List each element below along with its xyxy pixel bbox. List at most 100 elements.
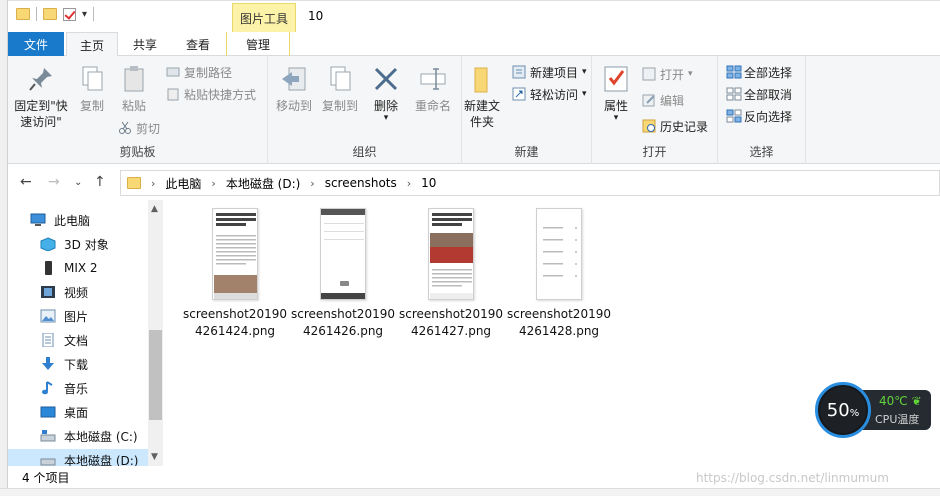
delete-button[interactable]: 删除 ▾ (368, 64, 404, 123)
sidebar-item-drive-c[interactable]: 本地磁盘 (C:) (40, 425, 138, 447)
music-icon (40, 381, 56, 395)
copy-to-icon (325, 64, 355, 94)
file-item[interactable]: screenshot201904261427.png (399, 208, 503, 340)
rename-icon (418, 64, 448, 94)
new-folder-icon[interactable] (43, 8, 57, 20)
up-arrow-icon[interactable]: ↑ (94, 174, 106, 190)
breadcrumb-10[interactable]: 10 (421, 176, 436, 190)
quick-access-toolbar: ▾ (16, 7, 95, 21)
sidebar-item-this-pc[interactable]: 此电脑 (30, 209, 90, 231)
properties-check-icon[interactable] (63, 7, 76, 21)
sidebar-item-drive-d[interactable]: 本地磁盘 (D:) (8, 449, 148, 466)
nav-pane-scrollbar[interactable]: ▲ ▼ (148, 200, 163, 466)
sidebar-item-label: 本地磁盘 (D:) (64, 453, 139, 467)
group-label-organize: 组织 (352, 145, 377, 159)
file-name: screenshot201904261426.png (291, 307, 395, 338)
file-item[interactable]: screenshot201904261426.png (291, 208, 395, 340)
new-item-button[interactable]: 新建项目 ▾ (512, 62, 587, 82)
new-folder-button[interactable]: 新建文件夹 (462, 64, 502, 130)
properties-button[interactable]: 属性 ▾ (600, 64, 632, 123)
chevron-right-icon[interactable]: › (407, 177, 411, 190)
open-button[interactable]: 打开 ▾ (642, 64, 693, 84)
tab-file[interactable]: 文件 (8, 32, 64, 56)
copy-label: 复制 (79, 99, 104, 113)
picture-tools-header: 图片工具 (232, 3, 296, 33)
group-label-clipboard: 剪贴板 (119, 145, 156, 159)
pin-quick-access-button[interactable]: 固定到"快速访问" (14, 64, 68, 130)
sidebar-item-label: 本地磁盘 (C:) (64, 429, 138, 444)
paste-label: 粘贴 (121, 99, 146, 113)
back-arrow-icon[interactable]: ← (20, 174, 32, 190)
breadcrumb-screenshots[interactable]: screenshots (325, 176, 397, 190)
delete-dropdown-icon[interactable]: ▾ (384, 114, 389, 123)
delete-x-icon (371, 64, 401, 94)
tab-home[interactable]: 主页 (66, 32, 118, 57)
qat-dropdown-icon[interactable]: ▾ (82, 9, 87, 20)
chevron-right-icon[interactable]: › (310, 177, 314, 190)
sidebar-item-downloads[interactable]: 下载 (40, 353, 88, 375)
cpu-temperature-widget[interactable]: 50% 40℃ ❦ CPU温度 (813, 382, 931, 438)
move-to-button[interactable]: 移动到 (274, 64, 314, 114)
cut-button[interactable]: 剪切 (118, 118, 160, 138)
ribbon: 固定到"快速访问" 复制 粘贴 复制路径 粘贴快捷方式 剪切 剪贴板 移动到 复… (8, 56, 940, 164)
file-item[interactable]: screenshot201904261428.png (507, 208, 611, 340)
paste-shortcut-label: 粘贴快捷方式 (184, 87, 257, 102)
sidebar-item-documents[interactable]: 文档 (40, 329, 88, 351)
scrollbar-thumb[interactable] (149, 330, 162, 420)
tab-share[interactable]: 共享 (120, 32, 170, 56)
sidebar-item-pictures[interactable]: 图片 (40, 305, 88, 327)
recent-locations-chevron-icon[interactable]: ⌄ (74, 177, 82, 188)
chevron-right-icon[interactable]: › (151, 177, 155, 190)
delete-label: 删除 (373, 99, 398, 113)
paste-shortcut-button[interactable]: 粘贴快捷方式 (166, 84, 256, 104)
scroll-down-icon[interactable]: ▼ (151, 452, 158, 462)
background-taskbar-strip (0, 488, 940, 496)
copy-to-button[interactable]: 复制到 (320, 64, 360, 114)
group-new: 新建文件夹 新建项目 ▾ 轻松访问 ▾ 新建 (462, 56, 592, 164)
group-organize: 移动到 复制到 删除 ▾ 重命名 组织 (268, 56, 462, 164)
phone-icon (40, 261, 56, 275)
breadcrumb-drive-d[interactable]: 本地磁盘 (D:) (226, 175, 300, 192)
rename-button[interactable]: 重命名 (412, 64, 454, 114)
select-all-button[interactable]: 全部选择 (726, 62, 792, 82)
drive-d-icon (40, 453, 56, 466)
invert-selection-button[interactable]: 反向选择 (726, 106, 792, 126)
copy-icon (77, 64, 107, 94)
copy-path-button[interactable]: 复制路径 (166, 62, 232, 82)
folder-icon (16, 8, 30, 20)
tab-manage[interactable]: 管理 (226, 32, 290, 56)
cpu-usage-dial: 50% (815, 382, 871, 438)
chevron-right-icon[interactable]: › (211, 177, 215, 190)
sidebar-item-music[interactable]: 音乐 (40, 377, 88, 399)
group-clipboard: 固定到"快速访问" 复制 粘贴 复制路径 粘贴快捷方式 剪切 剪贴板 (8, 56, 268, 164)
group-label-new: 新建 (514, 145, 539, 159)
pin-quick-access-label: 固定到"快速访问" (14, 99, 68, 129)
cut-label: 剪切 (136, 121, 161, 136)
easy-access-button[interactable]: 轻松访问 ▾ (512, 84, 587, 104)
new-item-dropdown-icon: ▾ (582, 67, 587, 77)
edit-button[interactable]: 编辑 (642, 90, 684, 110)
sidebar-item-mix2[interactable]: MIX 2 (40, 257, 98, 279)
scroll-up-icon[interactable]: ▲ (151, 204, 158, 214)
sidebar-item-label: 3D 对象 (64, 237, 109, 252)
cpu-temp-text: 40℃ (879, 394, 908, 408)
sidebar-item-label: 桌面 (64, 405, 89, 420)
forward-arrow-icon[interactable]: → (48, 174, 60, 190)
breadcrumb-this-pc[interactable]: 此电脑 (165, 175, 201, 192)
title-bar: ▾ 图片工具 10 (8, 0, 940, 33)
address-bar[interactable]: › 此电脑 › 本地磁盘 (D:) › screenshots › 10 (120, 170, 940, 196)
sidebar-item-desktop[interactable]: 桌面 (40, 401, 88, 423)
file-item[interactable]: screenshot201904261424.png (183, 208, 287, 340)
sidebar-item-label: MIX 2 (64, 261, 98, 275)
pc-icon (30, 213, 46, 227)
history-icon (642, 119, 656, 133)
properties-dropdown-icon[interactable]: ▾ (614, 114, 619, 123)
sidebar-item-videos[interactable]: 视频 (40, 281, 88, 303)
history-button[interactable]: 历史记录 (642, 116, 708, 136)
paste-button[interactable]: 粘贴 (116, 64, 152, 114)
sidebar-item-3d-objects[interactable]: 3D 对象 (40, 233, 109, 255)
tab-view[interactable]: 查看 (172, 32, 224, 56)
select-none-button[interactable]: 全部取消 (726, 84, 792, 104)
properties-check-icon (601, 64, 631, 94)
copy-button[interactable]: 复制 (74, 64, 110, 114)
